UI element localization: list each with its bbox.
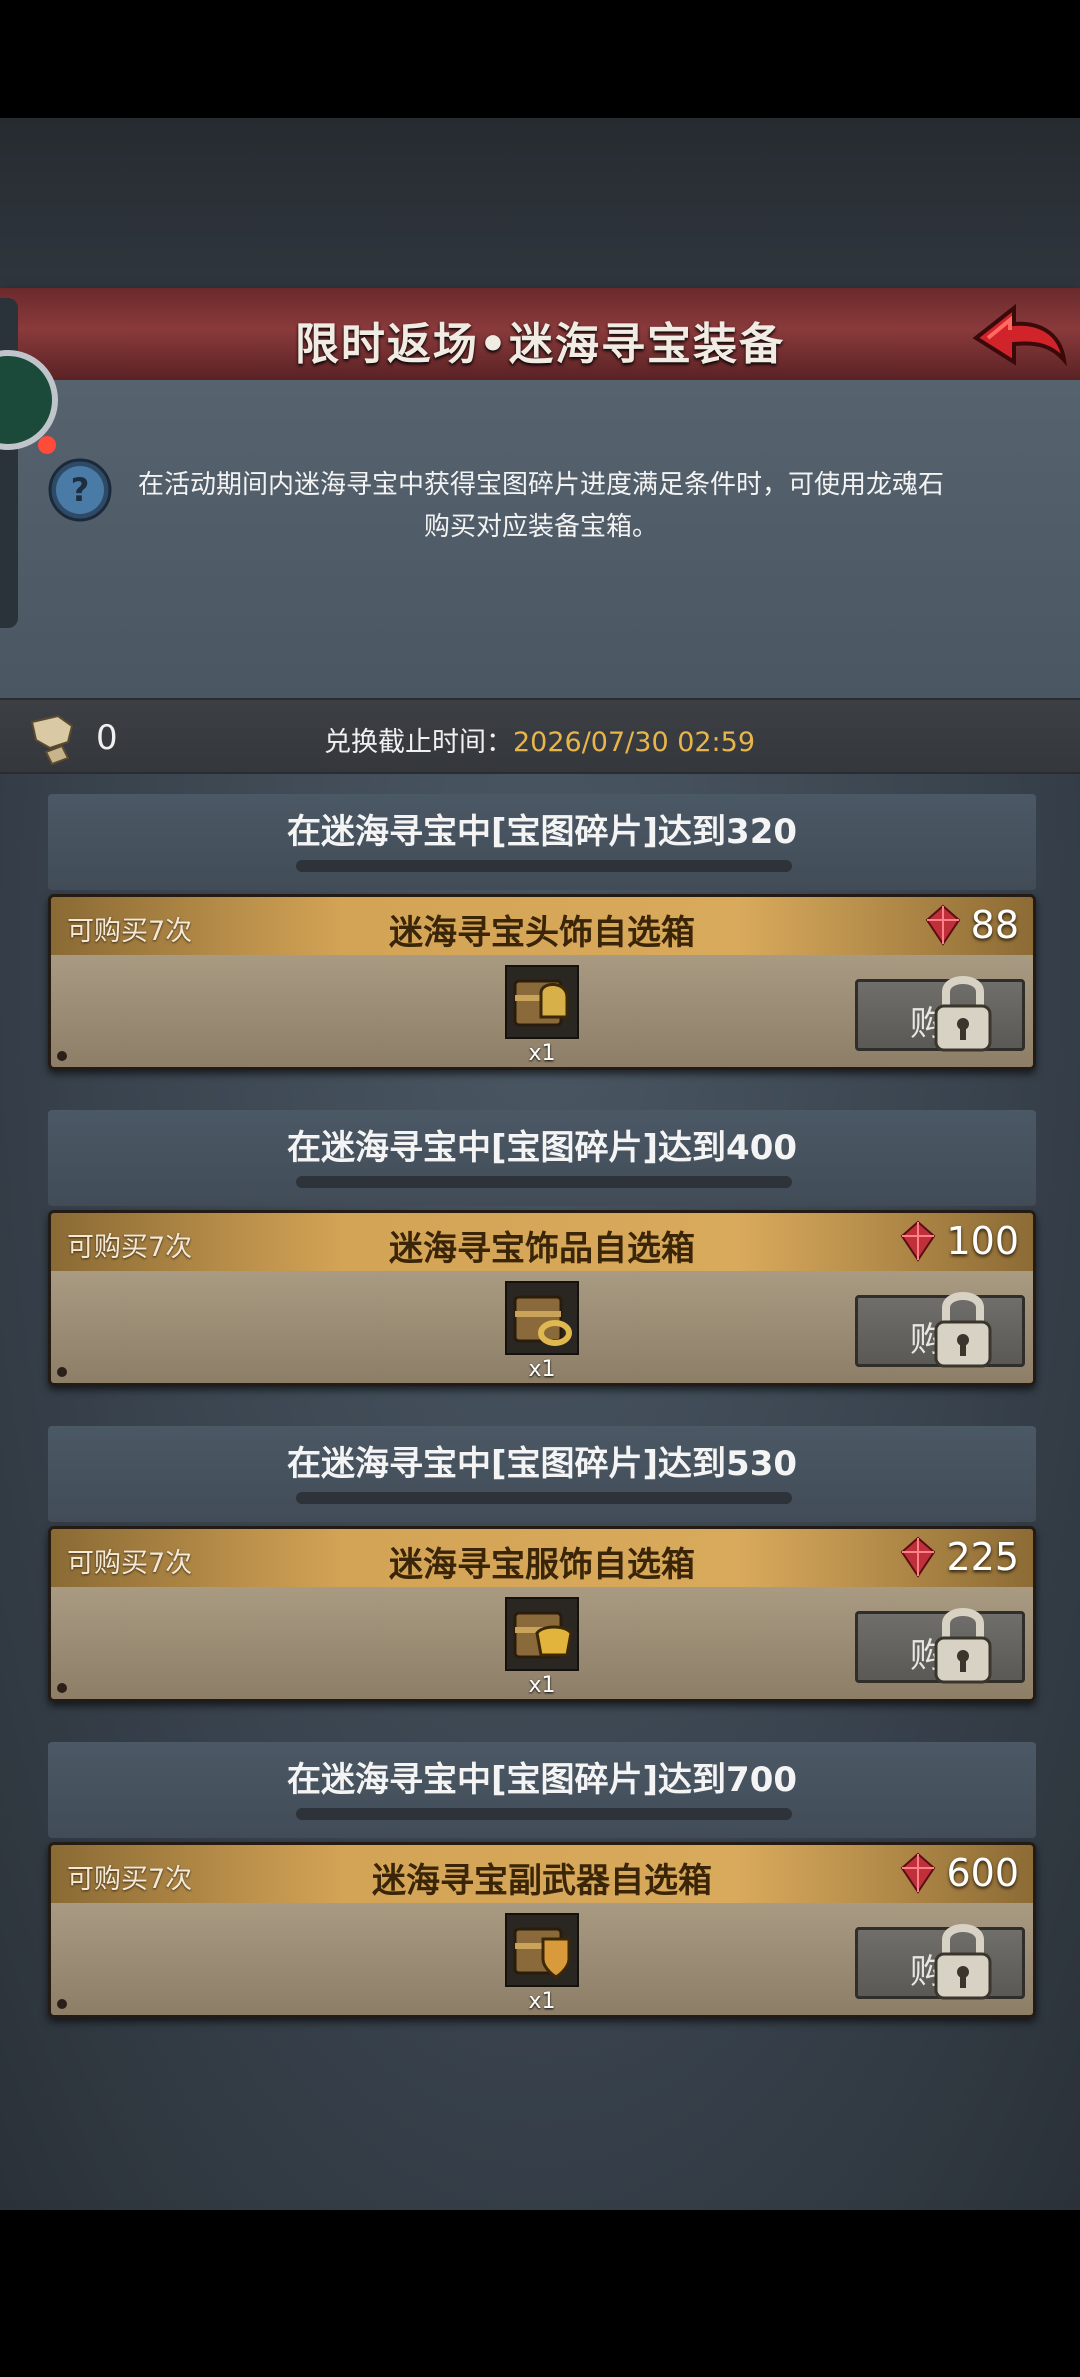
item-quantity: x1 [528, 1041, 556, 1066]
gem-icon [901, 1536, 936, 1578]
divider [296, 860, 792, 872]
back-arrow-icon[interactable] [968, 302, 1068, 372]
price: 225 [900, 1535, 1019, 1579]
requirement-text: 在迷海寻宝中[宝图碎片]达到530 [286, 1444, 798, 1484]
rivet [57, 1051, 67, 1061]
deadline-value: 2026/07/30 02:59 [513, 727, 756, 758]
divider [296, 1176, 792, 1188]
card-header: 可购买7次 迷海寻宝副武器自选箱 600 [51, 1845, 1033, 1903]
side-panel-tab[interactable] [0, 298, 18, 628]
lock-icon [934, 1608, 992, 1684]
gem-icon [901, 1220, 936, 1262]
gem-icon [901, 1852, 936, 1894]
requirement-bar: 在迷海寻宝中[宝图碎片]达到320 [48, 794, 1036, 890]
card-header: 可购买7次 迷海寻宝饰品自选箱 100 [51, 1213, 1033, 1271]
requirement-bar: 在迷海寻宝中[宝图碎片]达到530 [48, 1426, 1036, 1522]
svg-text:?: ? [71, 471, 90, 509]
buy-button[interactable]: 购 [855, 1292, 1025, 1368]
lock-icon [934, 976, 992, 1052]
price: 100 [900, 1219, 1019, 1263]
item-name: 迷海寻宝副武器自选箱 [372, 1861, 712, 1901]
price-value: 600 [946, 1851, 1019, 1895]
buy-button[interactable]: 购 [855, 1924, 1025, 2000]
question-icon[interactable]: ? [48, 458, 112, 522]
reward-card: 可购买7次 迷海寻宝饰品自选箱 100 x1 购 [48, 1210, 1036, 1386]
map-fragment-count: 0 [96, 718, 118, 758]
requirement-text: 在迷海寻宝中[宝图碎片]达到400 [286, 1128, 798, 1168]
price-value: 100 [946, 1219, 1019, 1263]
game-screen: 限时返场•迷海寻宝装备 ? 在活动期间内迷海寻宝中获得宝图碎片进度满足条件时，可… [0, 118, 1080, 2210]
price-value: 88 [970, 903, 1019, 947]
requirement-text: 在迷海寻宝中[宝图碎片]达到700 [286, 1760, 798, 1800]
item-quantity: x1 [528, 1357, 556, 1382]
item-name: 迷海寻宝服饰自选箱 [389, 1545, 695, 1585]
chest-armor-icon[interactable] [505, 1597, 579, 1671]
item-name: 迷海寻宝饰品自选箱 [389, 1229, 695, 1269]
deadline: 兑换截止时间：2026/07/30 02:59 [324, 720, 755, 759]
price-value: 225 [946, 1535, 1019, 1579]
reward-card: 可购买7次 迷海寻宝服饰自选箱 225 x1 购 [48, 1526, 1036, 1702]
card-header: 可购买7次 迷海寻宝服饰自选箱 225 [51, 1529, 1033, 1587]
card-header: 可购买7次 迷海寻宝头饰自选箱 88 [51, 897, 1033, 955]
chest-ring-icon[interactable] [505, 1281, 579, 1355]
rivet [57, 1367, 67, 1377]
map-fragment-icon [30, 714, 74, 766]
item-quantity: x1 [528, 1989, 556, 2014]
item-quantity: x1 [528, 1673, 556, 1698]
top-background [0, 118, 1080, 288]
deadline-label: 兑换截止时间： [324, 727, 513, 758]
reward-card: 可购买7次 迷海寻宝头饰自选箱 88 x1 购 [48, 894, 1036, 1070]
price: 600 [900, 1851, 1019, 1895]
requirement-bar: 在迷海寻宝中[宝图碎片]达到700 [48, 1742, 1036, 1838]
buy-button[interactable]: 购 [855, 1608, 1025, 1684]
help-text: 在活动期间内迷海寻宝中获得宝图碎片进度满足条件时，可使用龙魂石购买对应装备宝箱。 [137, 470, 944, 542]
requirement-bar: 在迷海寻宝中[宝图碎片]达到400 [48, 1110, 1036, 1206]
item-name: 迷海寻宝头饰自选箱 [389, 913, 695, 953]
buy-button[interactable]: 购 [855, 976, 1025, 1052]
requirement-text: 在迷海寻宝中[宝图碎片]达到320 [286, 812, 798, 852]
rivet [57, 1999, 67, 2009]
lock-icon [934, 1292, 992, 1368]
chest-shield-icon[interactable] [505, 1913, 579, 1987]
price: 88 [925, 903, 1019, 947]
rivet [57, 1683, 67, 1693]
page-title: 限时返场•迷海寻宝装备 [294, 319, 786, 370]
notification-dot [38, 436, 56, 454]
gem-icon [925, 904, 960, 946]
divider [296, 1808, 792, 1820]
chest-helmet-icon[interactable] [505, 965, 579, 1039]
lock-icon [934, 1924, 992, 2000]
title-bar: 限时返场•迷海寻宝装备 [0, 288, 1080, 383]
divider [296, 1492, 792, 1504]
reward-card: 可购买7次 迷海寻宝副武器自选箱 600 x1 购 [48, 1842, 1036, 2018]
